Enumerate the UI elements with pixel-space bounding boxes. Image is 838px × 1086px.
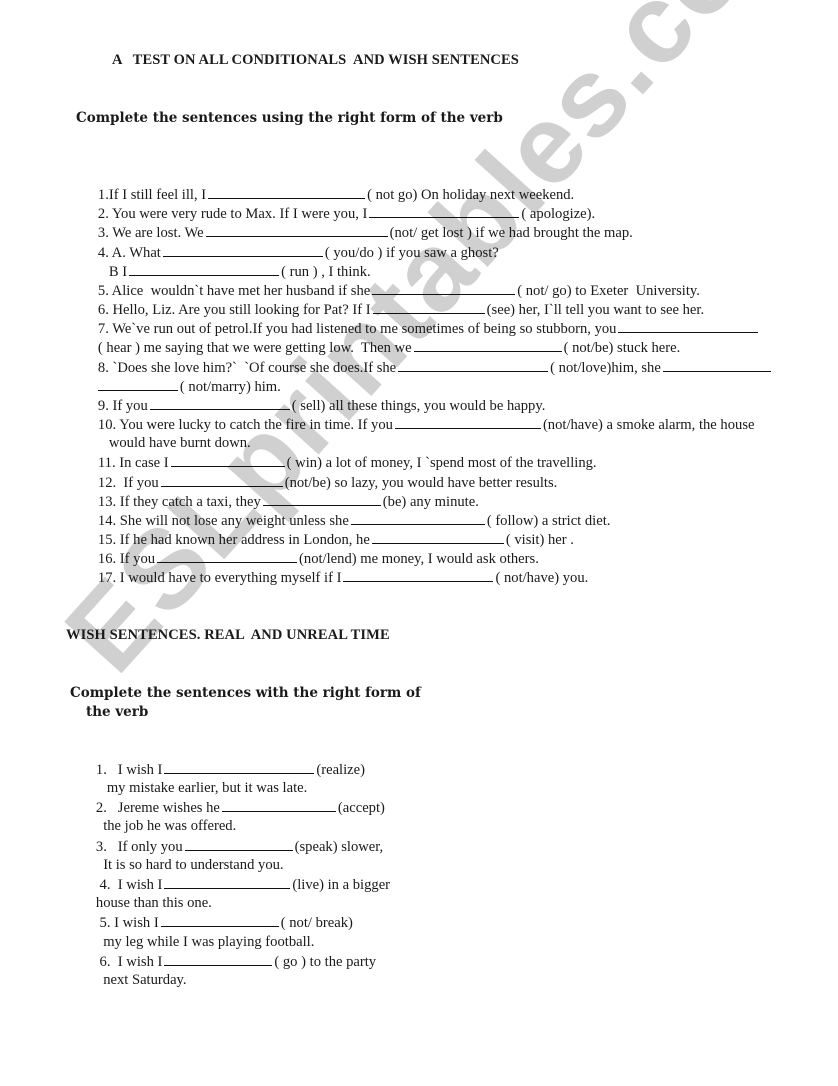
- item-text: 17. I would have to everything myself if…: [97, 570, 342, 586]
- item-text: (not/have) a smoke alarm, the house: [542, 417, 755, 433]
- section2-title: WISH SENTENCES. REAL AND UNREAL TIME: [66, 627, 390, 643]
- item-text: (speak) slower,: [294, 839, 384, 855]
- item-text: (accept): [337, 800, 385, 816]
- item-text: (live) in a bigger: [292, 877, 391, 893]
- section1-title: A TEST ON ALL CONDITIONALS AND WISH SENT…: [112, 52, 519, 68]
- section1-instruction: Complete the sentences using the right f…: [76, 110, 503, 126]
- item-text: next Saturday.: [95, 972, 187, 988]
- item-text: ( not/love)him, she: [550, 360, 661, 376]
- exercise-item-17: 17. I would have to everything myself if…: [76, 549, 588, 607]
- section2-instruction-line2: the verb: [86, 704, 149, 720]
- item-text: ( not/have) you.: [495, 570, 589, 586]
- answer-blank[interactable]: [221, 798, 336, 812]
- item-text: ( go ) to the party: [274, 954, 377, 970]
- wish-item-6b: next Saturday.: [74, 952, 187, 1009]
- answer-blank[interactable]: [394, 415, 541, 429]
- answer-blank[interactable]: [343, 568, 494, 582]
- item-text: (realize): [316, 762, 365, 778]
- worksheet-page: ESLprintables.com A TEST ON ALL CONDITIO…: [0, 0, 838, 1086]
- answer-blank[interactable]: [662, 358, 771, 372]
- answer-blank[interactable]: [398, 358, 549, 372]
- section2-instruction-line1: Complete the sentences with the right fo…: [70, 685, 421, 701]
